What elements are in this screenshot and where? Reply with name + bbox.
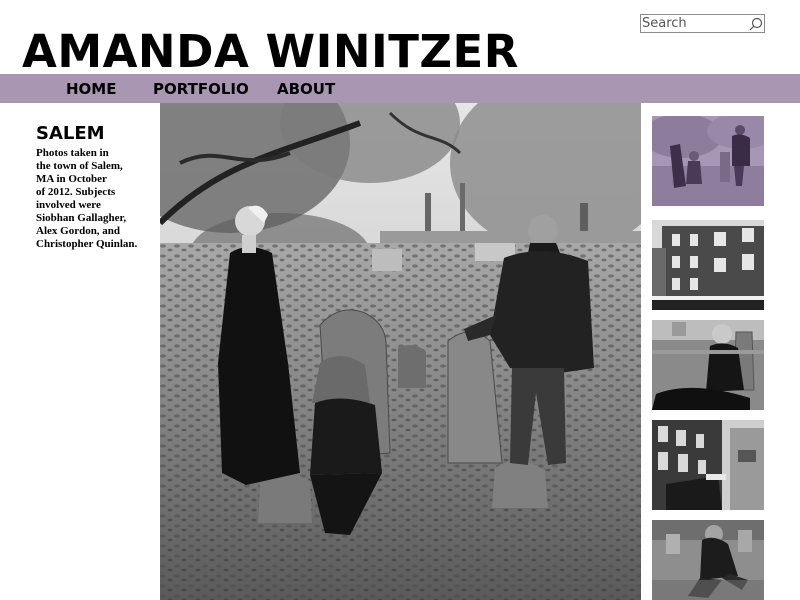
site-title: AMANDA WINITZER xyxy=(22,25,519,78)
search-input[interactable] xyxy=(641,15,745,32)
search-box[interactable] xyxy=(640,14,765,33)
nav-about[interactable]: ABOUT xyxy=(277,74,335,103)
thumbnail-4[interactable] xyxy=(652,420,764,510)
album-title: SALEM xyxy=(36,123,105,144)
thumbnail-1[interactable] xyxy=(652,116,764,206)
thumbnail-2[interactable] xyxy=(652,220,764,310)
main-photo[interactable] xyxy=(160,103,641,600)
nav-portfolio[interactable]: PORTFOLIO xyxy=(153,74,249,103)
nav-home[interactable]: HOME xyxy=(66,74,116,103)
thumbnail-3[interactable] xyxy=(652,320,764,410)
main-nav: HOME PORTFOLIO ABOUT xyxy=(0,74,800,103)
thumbnail-5[interactable] xyxy=(652,520,764,600)
search-icon[interactable] xyxy=(749,17,763,31)
album-description: Photos taken in the town of Salem, MA in… xyxy=(36,147,138,250)
